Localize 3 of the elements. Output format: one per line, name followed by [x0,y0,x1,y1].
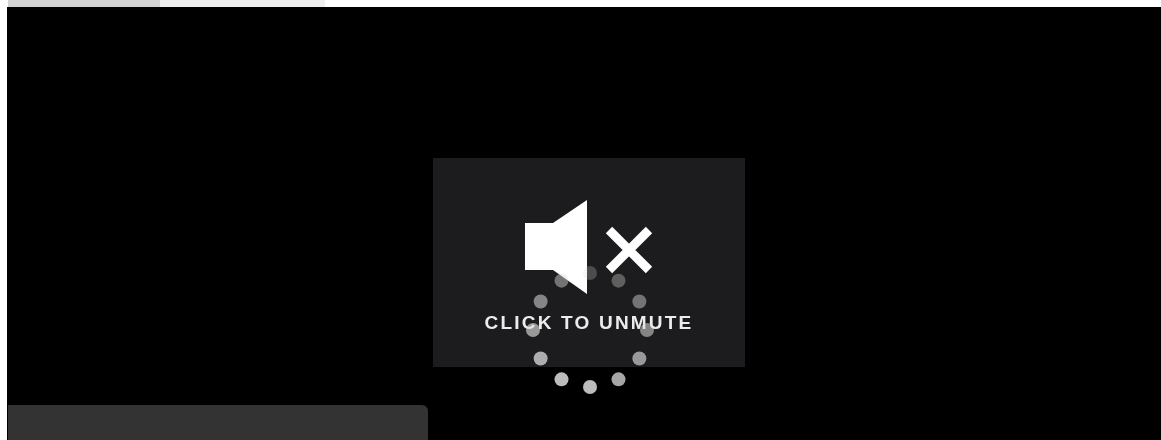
unmute-button[interactable]: CLICK TO UNMUTE [433,158,745,367]
muted-speaker-icon [523,200,655,294]
video-player[interactable]: CLICK TO UNMUTE [7,7,1161,440]
